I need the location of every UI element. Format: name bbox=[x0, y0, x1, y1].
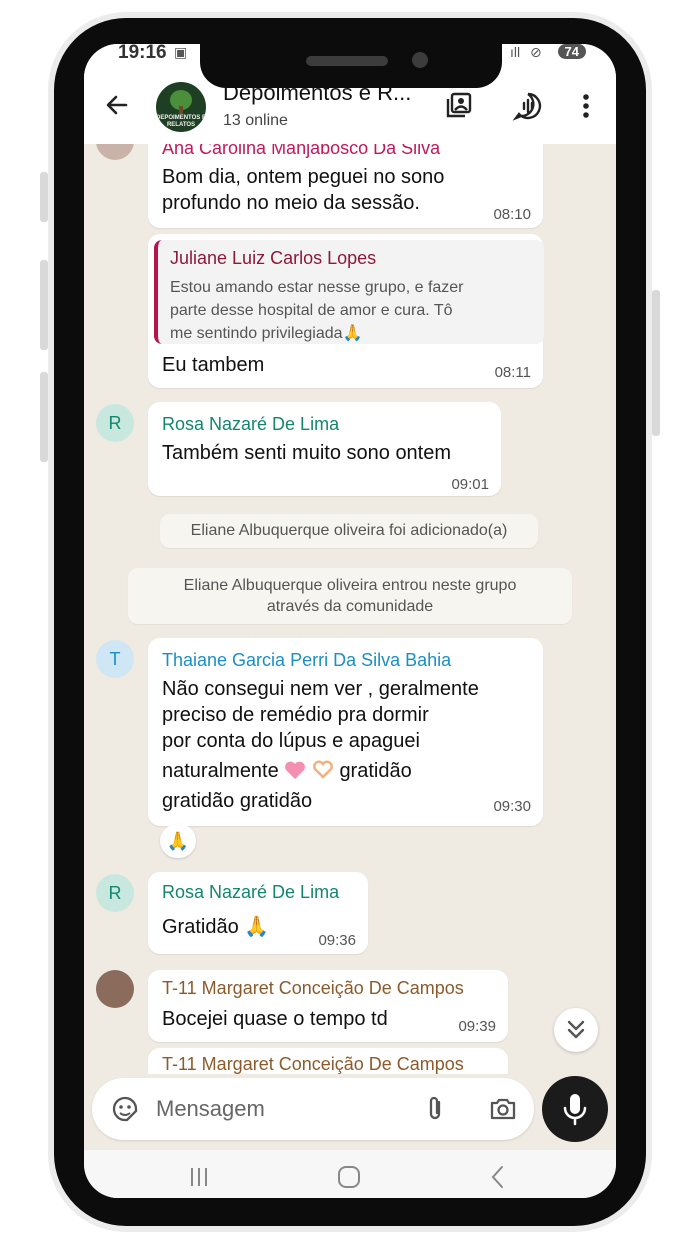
mic-icon bbox=[563, 1094, 587, 1126]
avatar[interactable] bbox=[96, 970, 134, 1008]
message-text: Bom dia, ontem peguei no sono profundo n… bbox=[162, 164, 444, 216]
system-message: Eliane Albuquerque oliveira entrou neste… bbox=[128, 568, 572, 624]
message-line: gratidão gratidão bbox=[162, 790, 313, 812]
power-button bbox=[652, 290, 660, 436]
message-input-bar[interactable]: Mensagem bbox=[92, 1078, 534, 1140]
camera-notch bbox=[200, 44, 502, 88]
message-bubble[interactable]: Ana Carolina Manjabosco Da Silva Bom dia… bbox=[148, 144, 543, 228]
message-line: por conta do lúpus e apaguei bbox=[162, 730, 420, 752]
message-word: gratidão bbox=[339, 760, 412, 782]
message-bubble[interactable]: Rosa Nazaré De Lima Também senti muito s… bbox=[148, 402, 501, 496]
message-sender[interactable]: T-11 Margaret Conceição De Campos bbox=[162, 978, 464, 999]
message-sender[interactable]: Rosa Nazaré De Lima bbox=[162, 414, 339, 435]
avatar[interactable]: T bbox=[96, 640, 134, 678]
screenshot-icon: ▣ bbox=[174, 44, 188, 60]
group-avatar-text: DEPOIMENTOS E RELATOS bbox=[156, 115, 206, 128]
message-bubble[interactable]: Rosa Nazaré De Lima Gratidão 🙏 09:36 bbox=[148, 872, 368, 954]
message-time: 09:01 bbox=[451, 476, 489, 493]
camera-icon[interactable] bbox=[488, 1094, 518, 1124]
message-line: Bom dia, ontem peguei no sono bbox=[162, 166, 445, 188]
avatar[interactable]: R bbox=[96, 404, 134, 442]
chat-area[interactable]: Ana Carolina Manjabosco Da Silva Bom dia… bbox=[84, 144, 616, 1074]
message-text: Bocejei quase o tempo td bbox=[162, 1008, 388, 1030]
message-time: 09:36 bbox=[318, 932, 356, 949]
message-text: Gratidão 🙏 bbox=[162, 916, 270, 938]
system-message-line: Eliane Albuquerque oliveira entrou neste… bbox=[183, 577, 517, 594]
quote-line: parte desse hospital de amor e cura. Tô bbox=[170, 302, 453, 319]
more-options-icon[interactable] bbox=[570, 90, 602, 122]
message-bubble[interactable]: T-11 Margaret Conceição De Campos bbox=[148, 1048, 508, 1074]
quote-line: me sentindo privilegiada🙏 bbox=[170, 325, 363, 342]
mic-button[interactable] bbox=[542, 1076, 608, 1142]
avatar[interactable]: R bbox=[96, 874, 134, 912]
attach-icon[interactable] bbox=[420, 1094, 450, 1124]
message-word: naturalmente bbox=[162, 760, 279, 782]
message-text: Não consegui nem ver , geralmente precis… bbox=[162, 676, 479, 814]
system-message-line: através da comunidade bbox=[266, 598, 434, 615]
message-bubble[interactable]: Thaiane Garcia Perri Da Silva Bahia Não … bbox=[148, 638, 543, 826]
message-time: 08:10 bbox=[493, 206, 531, 223]
message-line: Não consegui nem ver , geralmente bbox=[162, 678, 479, 700]
home-icon[interactable] bbox=[334, 1162, 364, 1192]
message-sender[interactable]: Ana Carolina Manjabosco Da Silva bbox=[162, 144, 440, 159]
pink-heart-icon bbox=[285, 761, 306, 779]
message-reaction[interactable]: 🙏 bbox=[160, 824, 196, 858]
message-sender[interactable]: Rosa Nazaré De Lima bbox=[162, 882, 339, 903]
system-message-text: Eliane Albuquerque oliveira foi adiciona… bbox=[190, 522, 508, 539]
volume-down-button bbox=[40, 260, 48, 350]
screen: 19:16 ▣ ıll ⊘ 74 DEPOIMENTOS E RELATOS D… bbox=[84, 44, 616, 1198]
message-bubble[interactable]: T-11 Margaret Conceição De Campos Boceje… bbox=[148, 970, 508, 1042]
recent-apps-icon[interactable] bbox=[184, 1162, 214, 1192]
back-icon[interactable] bbox=[484, 1162, 514, 1192]
quote-author: Juliane Luiz Carlos Lopes bbox=[170, 248, 377, 268]
system-nav-bar bbox=[84, 1150, 616, 1198]
dnd-icon: ⊘ bbox=[530, 44, 542, 60]
volume-up-button bbox=[40, 172, 48, 222]
voice-chat-icon[interactable] bbox=[512, 90, 544, 122]
battery-indicator: 74 bbox=[557, 44, 586, 59]
message-time: 08:11 bbox=[494, 364, 531, 381]
message-line: naturalmente gratidão bbox=[162, 758, 479, 784]
system-message: Eliane Albuquerque oliveira foi adiciona… bbox=[160, 514, 538, 548]
scroll-to-bottom-button[interactable] bbox=[554, 1008, 598, 1052]
arrow-left-icon[interactable] bbox=[102, 90, 132, 120]
message-sender[interactable]: Thaiane Garcia Perri Da Silva Bahia bbox=[162, 650, 451, 671]
message-line: profundo no meio da sessão. bbox=[162, 192, 420, 214]
avatar[interactable] bbox=[96, 144, 134, 160]
signal-icon: ıll bbox=[510, 44, 521, 60]
community-icon[interactable] bbox=[444, 90, 476, 122]
bixby-button bbox=[40, 372, 48, 462]
message-text: Eu tambem bbox=[162, 354, 265, 376]
message-time: 09:39 bbox=[458, 1018, 496, 1035]
quote-text: Estou amando estar nesse grupo, e fazer … bbox=[170, 276, 464, 345]
sticker-icon[interactable] bbox=[110, 1094, 140, 1124]
quote-line: Estou amando estar nesse grupo, e fazer bbox=[170, 279, 464, 296]
heart-hands-icon bbox=[312, 760, 333, 779]
group-online-count: 13 online bbox=[223, 112, 288, 129]
message-time: 09:30 bbox=[493, 798, 531, 815]
message-input[interactable]: Mensagem bbox=[156, 1096, 265, 1122]
double-chevron-down-icon bbox=[567, 1020, 585, 1039]
message-text: Também senti muito sono ontem bbox=[162, 442, 452, 464]
status-time: 19:16 bbox=[118, 44, 167, 63]
message-line: preciso de remédio pra dormir bbox=[162, 704, 429, 726]
quoted-message[interactable]: Juliane Luiz Carlos Lopes Estou amando e… bbox=[154, 240, 544, 344]
group-avatar[interactable]: DEPOIMENTOS E RELATOS bbox=[156, 82, 206, 132]
message-sender[interactable]: T-11 Margaret Conceição De Campos bbox=[162, 1054, 464, 1074]
message-bubble[interactable]: Juliane Luiz Carlos Lopes Estou amando e… bbox=[148, 234, 544, 388]
